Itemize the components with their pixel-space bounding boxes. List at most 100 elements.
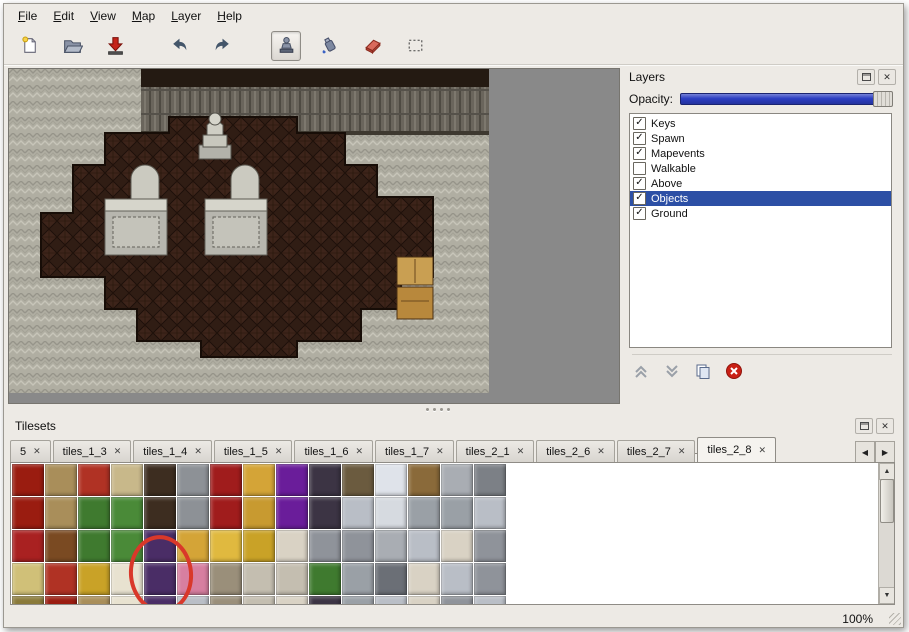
- tileset-tile[interactable]: [243, 596, 275, 605]
- map-canvas[interactable]: [9, 69, 489, 393]
- tileset-tile[interactable]: [111, 464, 143, 496]
- raise-layer-button[interactable]: [632, 363, 650, 379]
- tileset-tile[interactable]: [45, 530, 77, 562]
- float-panel-button[interactable]: [857, 69, 875, 85]
- layer-row-objects[interactable]: ✓Objects: [630, 191, 891, 206]
- tileset-tile[interactable]: [375, 464, 407, 496]
- tileset-tile[interactable]: [441, 530, 473, 562]
- tileset-tile[interactable]: [45, 563, 77, 595]
- tileset-tile[interactable]: [276, 497, 308, 529]
- close-panel-button[interactable]: ✕: [878, 69, 896, 85]
- layer-row-above[interactable]: ✓Above: [630, 176, 891, 191]
- tab-close-icon[interactable]: ✕: [436, 446, 444, 457]
- tileset-tile[interactable]: [474, 497, 506, 529]
- tileset-tile[interactable]: [45, 464, 77, 496]
- layer-visibility-checkbox[interactable]: ✓: [633, 117, 646, 130]
- layer-visibility-checkbox[interactable]: ✓: [633, 192, 646, 205]
- tab-close-icon[interactable]: ✕: [517, 446, 525, 457]
- tab-close-icon[interactable]: ✕: [114, 446, 122, 457]
- tileset-tile[interactable]: [309, 563, 341, 595]
- duplicate-layer-button[interactable]: [694, 363, 712, 380]
- menu-item-layer[interactable]: Layer: [163, 6, 209, 26]
- tileset-tile[interactable]: [309, 464, 341, 496]
- tileset-tile[interactable]: [12, 497, 44, 529]
- tab-close-icon[interactable]: ✕: [758, 445, 766, 456]
- tab-close-icon[interactable]: ✕: [275, 446, 283, 457]
- tileset-tab-tiles_1_6[interactable]: tiles_1_6✕: [294, 440, 373, 462]
- tileset-tile[interactable]: [507, 497, 539, 529]
- layer-row-walkable[interactable]: Walkable: [630, 161, 891, 176]
- tileset-tile[interactable]: [342, 563, 374, 595]
- tileset-tile[interactable]: [144, 530, 176, 562]
- tileset-tile[interactable]: [12, 596, 44, 605]
- tileset-tile[interactable]: [12, 530, 44, 562]
- tileset-tile[interactable]: [342, 464, 374, 496]
- fill-tool-button[interactable]: [314, 31, 344, 61]
- close-tilesets-button[interactable]: ✕: [876, 418, 894, 434]
- layer-row-keys[interactable]: ✓Keys: [630, 116, 891, 131]
- tileset-tile[interactable]: [408, 530, 440, 562]
- tileset-tile[interactable]: [507, 530, 539, 562]
- delete-layer-button[interactable]: [725, 362, 743, 380]
- tileset-tile[interactable]: [210, 596, 242, 605]
- tileset-tile[interactable]: [144, 464, 176, 496]
- layer-visibility-checkbox[interactable]: ✓: [633, 132, 646, 145]
- tileset-tile[interactable]: [276, 464, 308, 496]
- tileset-tab-tiles_1_3[interactable]: tiles_1_3✕: [53, 440, 132, 462]
- tileset-tile[interactable]: [342, 530, 374, 562]
- tileset-tab-5[interactable]: 5✕: [10, 440, 51, 462]
- tileset-tile[interactable]: [276, 596, 308, 605]
- tileset-tile[interactable]: [210, 497, 242, 529]
- tileset-tab-tiles_1_7[interactable]: tiles_1_7✕: [375, 440, 454, 462]
- tileset-tile[interactable]: [441, 464, 473, 496]
- float-tilesets-button[interactable]: [855, 418, 873, 434]
- tileset-tile[interactable]: [111, 563, 143, 595]
- tileset-tab-tiles_1_5[interactable]: tiles_1_5✕: [214, 440, 293, 462]
- tileset-tile[interactable]: [276, 563, 308, 595]
- redo-button[interactable]: [207, 31, 237, 61]
- menu-item-help[interactable]: Help: [209, 6, 250, 26]
- new-file-button[interactable]: [14, 31, 44, 61]
- layer-visibility-checkbox[interactable]: ✓: [633, 207, 646, 220]
- tileset-tile[interactable]: [408, 596, 440, 605]
- tileset-tile[interactable]: [408, 563, 440, 595]
- tileset-tile[interactable]: [177, 563, 209, 595]
- tab-close-icon[interactable]: ✕: [194, 446, 202, 457]
- tileset-tile[interactable]: [45, 596, 77, 605]
- menu-item-map[interactable]: Map: [124, 6, 163, 26]
- tileset-tile[interactable]: [276, 530, 308, 562]
- menu-item-edit[interactable]: Edit: [45, 6, 82, 26]
- opacity-slider-handle[interactable]: [873, 91, 893, 107]
- scroll-up-button[interactable]: ▲: [879, 463, 895, 480]
- tileset-tile[interactable]: [144, 596, 176, 605]
- resize-grip[interactable]: [889, 613, 901, 625]
- scroll-down-button[interactable]: ▼: [879, 587, 895, 604]
- tileset-tile[interactable]: [45, 497, 77, 529]
- tileset-tile[interactable]: [309, 530, 341, 562]
- tileset-tile[interactable]: [507, 464, 539, 496]
- tileset-tile[interactable]: [210, 464, 242, 496]
- tab-close-icon[interactable]: ✕: [678, 446, 686, 457]
- tileset-tile[interactable]: [12, 464, 44, 496]
- tileset-tile[interactable]: [78, 464, 110, 496]
- stamp-tool-button[interactable]: [271, 31, 301, 61]
- tileset-tile[interactable]: [441, 596, 473, 605]
- tileset-tile[interactable]: [309, 497, 341, 529]
- tileset-tile[interactable]: [342, 596, 374, 605]
- tileset-tile[interactable]: [210, 563, 242, 595]
- tileset-tile[interactable]: [78, 596, 110, 605]
- layer-row-ground[interactable]: ✓Ground: [630, 206, 891, 221]
- select-tool-button[interactable]: [400, 31, 430, 61]
- scrollbar-thumb[interactable]: [880, 479, 894, 523]
- tileset-tile[interactable]: [474, 530, 506, 562]
- open-folder-button[interactable]: [57, 31, 87, 61]
- tileset-scrollbar[interactable]: ▲ ▼: [878, 463, 894, 604]
- layer-visibility-checkbox[interactable]: ✓: [633, 177, 646, 190]
- tileset-tile[interactable]: [243, 497, 275, 529]
- lower-layer-button[interactable]: [663, 363, 681, 379]
- layer-row-spawn[interactable]: ✓Spawn: [630, 131, 891, 146]
- tileset-tile[interactable]: [144, 563, 176, 595]
- opacity-slider[interactable]: [680, 93, 892, 105]
- tileset-tab-tiles_1_4[interactable]: tiles_1_4✕: [133, 440, 212, 462]
- tileset-tile[interactable]: [78, 563, 110, 595]
